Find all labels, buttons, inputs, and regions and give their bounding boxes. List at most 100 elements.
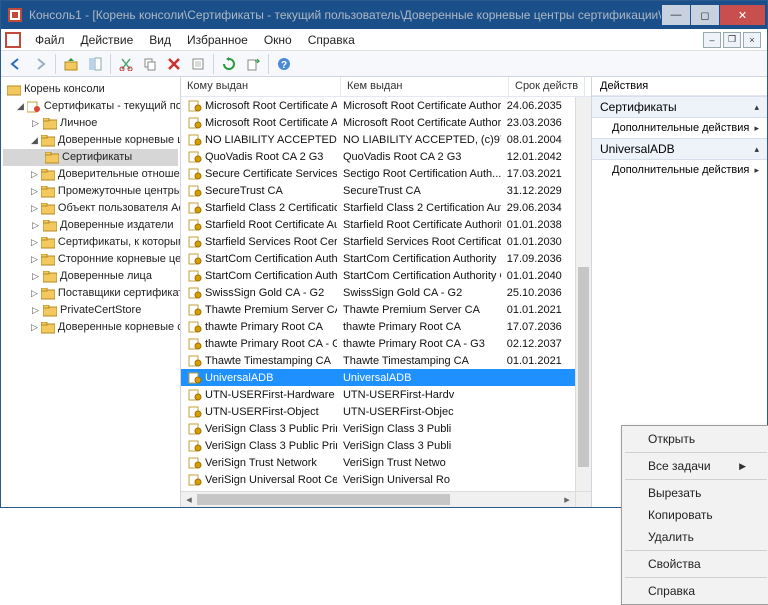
table-row[interactable]: thawte Primary Root CAthawte Primary Roo…	[181, 318, 575, 335]
tree-item[interactable]: ◢Доверенные корневые це	[3, 132, 178, 149]
copy-button[interactable]	[139, 53, 161, 75]
menu-favorites[interactable]: Избранное	[179, 31, 256, 49]
table-row[interactable]: UTN-USERFirst-ObjectUTN-USERFirst-Objec	[181, 403, 575, 420]
cell-expiry: 24.06.2035	[501, 100, 575, 112]
ctx-open[interactable]: Открыть	[624, 428, 768, 450]
table-row[interactable]: Microsoft Root Certificate Auth...Micros…	[181, 97, 575, 114]
tree-item[interactable]: ▷Доверенные корневые се	[3, 319, 178, 336]
table-row[interactable]: Thawte Premium Server CAThawte Premium S…	[181, 301, 575, 318]
close-button[interactable]: ✕	[720, 5, 765, 25]
hscrollbar-thumb[interactable]	[197, 494, 450, 505]
tree-item[interactable]: ▷Сторонние корневые цен	[3, 251, 178, 268]
forward-button[interactable]	[29, 53, 51, 75]
properties-button[interactable]	[187, 53, 209, 75]
table-row[interactable]: Thawte Timestamping CAThawte Timestampin…	[181, 352, 575, 369]
table-row[interactable]: VeriSign Class 3 Public Primary ...VeriS…	[181, 437, 575, 454]
tree-certs-user[interactable]: ◢Сертификаты - текущий пол	[3, 98, 178, 115]
table-row[interactable]: VeriSign Universal Root Certific...VeriS…	[181, 471, 575, 488]
certificate-icon	[187, 422, 203, 436]
tree-item[interactable]: ▷PrivateCertStore	[3, 302, 178, 319]
export-button[interactable]	[242, 53, 264, 75]
collapse-icon[interactable]: ▴	[754, 102, 759, 113]
ctx-help[interactable]: Справка	[624, 580, 768, 602]
certificate-icon	[187, 405, 203, 419]
tree-item[interactable]: ▷Доверенные издатели	[3, 217, 178, 234]
mdi-close-button[interactable]: ×	[743, 32, 761, 48]
col-issued-by[interactable]: Кем выдан	[341, 77, 509, 96]
cell-issued-to: UTN-USERFirst-Object	[205, 406, 319, 418]
table-row[interactable]: SwissSign Gold CA - G2SwissSign Gold CA …	[181, 284, 575, 301]
cell-issued-to: SwissSign Gold CA - G2	[205, 287, 324, 299]
list-header[interactable]: Кому выдан Кем выдан Срок действ	[181, 77, 591, 97]
tree-item[interactable]: ▷Доверительные отношен	[3, 166, 178, 183]
horizontal-scrollbar[interactable]: ◂▸	[181, 491, 575, 507]
certificate-icon	[187, 337, 203, 351]
tree-pane[interactable]: Корень консоли ◢Сертификаты - текущий по…	[1, 77, 181, 507]
cell-expiry: 17.07.2036	[501, 321, 575, 333]
menu-file[interactable]: Файл	[27, 31, 73, 49]
mdi-restore-button[interactable]: ❐	[723, 32, 741, 48]
table-row[interactable]: QuoVadis Root CA 2 G3QuoVadis Root CA 2 …	[181, 148, 575, 165]
vertical-scrollbar[interactable]	[575, 97, 591, 491]
table-row[interactable]: Starfield Services Root Certific...Starf…	[181, 233, 575, 250]
minimize-button[interactable]: —	[662, 5, 690, 25]
refresh-button[interactable]	[218, 53, 240, 75]
table-row[interactable]: Starfield Root Certificate Auth...Starfi…	[181, 216, 575, 233]
actions-more-2[interactable]: Дополнительные действия▸	[592, 160, 767, 180]
ctx-copy[interactable]: Копировать	[624, 504, 768, 526]
table-row[interactable]: VeriSign Trust NetworkVeriSign Trust Net…	[181, 454, 575, 471]
table-row[interactable]: SecureTrust CASecureTrust CA31.12.2029	[181, 182, 575, 199]
table-row[interactable]: NO LIABILITY ACCEPTED, (c)97 ...NO LIABI…	[181, 131, 575, 148]
tree-item[interactable]: ▷Промежуточные центры	[3, 183, 178, 200]
delete-button[interactable]	[163, 53, 185, 75]
back-button[interactable]	[5, 53, 27, 75]
ctx-cut[interactable]: Вырезать	[624, 482, 768, 504]
menu-help[interactable]: Справка	[300, 31, 363, 49]
tree-item[interactable]: ▷Личное	[3, 115, 178, 132]
col-expiry[interactable]: Срок действ	[509, 77, 585, 96]
col-issued-to[interactable]: Кому выдан	[181, 77, 341, 96]
menu-action[interactable]: Действие	[73, 31, 142, 49]
tree-item[interactable]: ▷Объект пользователя Act	[3, 200, 178, 217]
table-row[interactable]: Secure Certificate ServicesSectigo Root …	[181, 165, 575, 182]
cell-issued-by: Thawte Premium Server CA	[337, 304, 501, 316]
show-hide-tree-button[interactable]	[84, 53, 106, 75]
up-button[interactable]	[60, 53, 82, 75]
scroll-left-icon[interactable]: ◂	[181, 492, 197, 508]
table-row[interactable]: UTN-USERFirst-HardwareUTN-USERFirst-Hard…	[181, 386, 575, 403]
maximize-button[interactable]: ◻	[691, 5, 719, 25]
tree-item[interactable]: ▷Доверенные лица	[3, 268, 178, 285]
scroll-right-icon[interactable]: ▸	[559, 492, 575, 508]
scrollbar-thumb[interactable]	[578, 267, 589, 467]
actions-group-certs[interactable]: Сертификаты▴	[592, 96, 767, 118]
table-row[interactable]: Starfield Class 2 Certification A...Star…	[181, 199, 575, 216]
tree-item-certificates[interactable]: Сертификаты	[3, 149, 178, 166]
titlebar[interactable]: Консоль1 - [Корень консоли\Сертификаты -…	[1, 1, 767, 29]
collapse-icon[interactable]: ▴	[754, 144, 759, 155]
certificate-icon	[187, 286, 203, 300]
table-row[interactable]: Microsoft Root Certificate Auth...Micros…	[181, 114, 575, 131]
certificate-icon	[187, 218, 203, 232]
cut-button[interactable]	[115, 53, 137, 75]
table-row[interactable]: UniversalADBUniversalADB	[181, 369, 575, 386]
tree-item[interactable]: ▷Сертификаты, к которым	[3, 234, 178, 251]
certificate-icon	[187, 184, 203, 198]
table-row[interactable]: StartCom Certification AuthorityStartCom…	[181, 250, 575, 267]
mdi-minimize-button[interactable]: –	[703, 32, 721, 48]
table-row[interactable]: thawte Primary Root CA - G3thawte Primar…	[181, 335, 575, 352]
ctx-properties[interactable]: Свойства	[624, 553, 768, 575]
table-row[interactable]: StartCom Certification Authorit...StartC…	[181, 267, 575, 284]
menu-view[interactable]: Вид	[141, 31, 179, 49]
menu-window[interactable]: Окно	[256, 31, 300, 49]
ctx-delete[interactable]: Удалить	[624, 526, 768, 548]
actions-group-selection[interactable]: UniversalADB▴	[592, 138, 767, 160]
tree-item[interactable]: ▷Поставщики сертификато	[3, 285, 178, 302]
actions-more-1[interactable]: Дополнительные действия▸	[592, 118, 767, 138]
actions-header: Действия	[592, 77, 767, 96]
tree-root[interactable]: Корень консоли	[3, 81, 178, 98]
help-button[interactable]: ?	[273, 53, 295, 75]
table-row[interactable]: VeriSign Class 3 Public Primary ...VeriS…	[181, 420, 575, 437]
cell-issued-to: VeriSign Universal Root Certific...	[205, 474, 337, 486]
cell-expiry: 01.01.2030	[501, 236, 575, 248]
ctx-all-tasks[interactable]: Все задачи▶	[624, 455, 768, 477]
